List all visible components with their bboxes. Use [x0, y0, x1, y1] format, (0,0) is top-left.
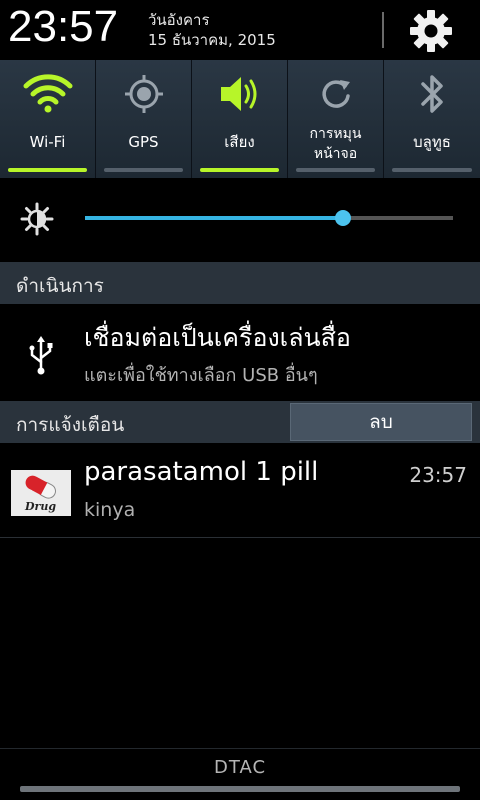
usb-icon — [29, 336, 53, 375]
brightness-slider[interactable] — [85, 210, 453, 226]
brightness-icon[interactable] — [20, 202, 54, 236]
toggle-rotation-indicator — [296, 168, 375, 172]
toggle-wifi[interactable]: Wi-Fi — [0, 60, 96, 178]
toggle-rotation-label-line1: การหมุน — [309, 126, 362, 142]
notification-subtitle: kinya — [84, 499, 136, 521]
usb-connection-notification[interactable]: เชื่อมต่อเป็นเครื่องเล่นสื่อ แตะเพื่อใช้… — [0, 304, 480, 400]
notifications-section-header: การแจ้งเตือน ลบ — [0, 401, 480, 443]
usb-notification-title: เชื่อมต่อเป็นเครื่องเล่นสื่อ — [84, 323, 351, 352]
toggle-wifi-indicator — [8, 168, 87, 172]
toggle-gps-indicator — [104, 168, 183, 172]
quick-settings-panel: Wi-Fi GPS เสียง การหมุน หน้าจอ บลูทูธ — [0, 60, 480, 178]
toggle-sound-indicator — [200, 168, 279, 172]
clock: 23:57 — [8, 2, 119, 51]
app-icon-text: Drug — [24, 500, 56, 513]
drug-capsule-icon: Drug — [11, 470, 71, 516]
ongoing-section-title: ดำเนินการ — [16, 275, 104, 297]
brightness-slider-fill — [85, 216, 343, 220]
toggle-rotation-label-line2: หน้าจอ — [313, 146, 358, 162]
toggle-bluetooth-label: บลูทูธ — [413, 133, 451, 151]
toggle-rotation-label: การหมุน หน้าจอ — [288, 124, 383, 164]
panel-drag-handle[interactable] — [20, 786, 460, 792]
sound-icon — [220, 77, 256, 111]
brightness-row — [0, 178, 480, 262]
wifi-icon — [23, 74, 72, 113]
bluetooth-icon — [421, 75, 443, 113]
footer-divider — [0, 748, 480, 749]
toggle-screen-rotation[interactable]: การหมุน หน้าจอ — [288, 60, 384, 178]
header-divider — [382, 12, 384, 48]
clear-notifications-button[interactable]: ลบ — [290, 403, 472, 441]
screen-rotation-icon — [321, 80, 350, 108]
status-header: 23:57 วันอังคาร 15 ธันวาคม, 2015 — [0, 0, 480, 60]
toggle-bluetooth[interactable]: บลูทูธ — [384, 60, 480, 178]
toggle-sound[interactable]: เสียง — [192, 60, 288, 178]
notification-item[interactable]: Drug parasatamol 1 pill kinya 23:57 — [0, 443, 480, 538]
gear-icon[interactable] — [408, 8, 454, 54]
toggle-sound-label: เสียง — [224, 133, 255, 151]
notifications-section-title: การแจ้งเตือน — [16, 414, 125, 436]
toggle-wifi-label: Wi-Fi — [29, 133, 66, 151]
toggle-bluetooth-indicator — [392, 168, 472, 172]
carrier-label: DTAC — [213, 757, 267, 778]
toggle-gps-label: GPS — [128, 133, 159, 151]
ongoing-section-header: ดำเนินการ — [0, 262, 480, 304]
date-block: วันอังคาร 15 ธันวาคม, 2015 — [148, 10, 276, 50]
day-label: วันอังคาร — [148, 11, 210, 29]
usb-notification-subtitle: แตะเพื่อใช้ทางเลือก USB อื่นๆ — [84, 365, 318, 386]
date-label: 15 ธันวาคม, 2015 — [148, 31, 276, 49]
gps-icon — [124, 75, 163, 113]
notification-time: 23:57 — [409, 463, 467, 487]
brightness-slider-thumb[interactable] — [334, 210, 351, 226]
notification-title: parasatamol 1 pill — [84, 457, 319, 487]
toggle-gps[interactable]: GPS — [96, 60, 192, 178]
